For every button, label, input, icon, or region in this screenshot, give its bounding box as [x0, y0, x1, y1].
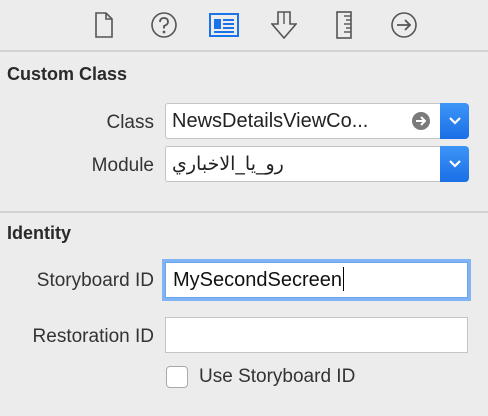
- class-label: Class: [106, 112, 154, 133]
- class-field[interactable]: NewsDetailsViewCo...: [165, 103, 440, 139]
- quick-help-icon[interactable]: [148, 9, 180, 41]
- identity-section-title: Identity: [7, 223, 72, 243]
- text-caret: [342, 267, 344, 291]
- module-dropdown-button[interactable]: [440, 146, 469, 182]
- module-combo-box[interactable]: رو_يا_الاخباري: [165, 146, 469, 182]
- module-field[interactable]: رو_يا_الاخباري: [165, 146, 440, 182]
- section-divider: [0, 211, 488, 213]
- file-inspector-icon[interactable]: [88, 9, 120, 41]
- custom-class-section-title: Custom Class: [7, 64, 128, 84]
- go-to-class-icon[interactable]: [411, 111, 431, 136]
- restoration-id-label: Restoration ID: [32, 326, 154, 347]
- attributes-inspector-icon[interactable]: [268, 9, 300, 41]
- storyboard-id-label: Storyboard ID: [36, 270, 154, 291]
- class-value: NewsDetailsViewCo...: [172, 110, 369, 132]
- restoration-id-field[interactable]: [165, 317, 468, 353]
- size-inspector-icon[interactable]: [328, 9, 360, 41]
- module-label: Module: [91, 155, 154, 176]
- inspector-toolbar: [0, 0, 488, 50]
- chevron-down-icon: [448, 160, 461, 168]
- use-storyboard-id-label[interactable]: Use Storyboard ID: [199, 366, 355, 388]
- class-combo-box[interactable]: NewsDetailsViewCo...: [165, 103, 469, 139]
- module-value: رو_يا_الاخباري: [172, 153, 284, 175]
- connections-inspector-icon[interactable]: [388, 9, 420, 41]
- use-storyboard-id-checkbox[interactable]: [166, 366, 188, 388]
- chevron-down-icon: [448, 117, 461, 125]
- storyboard-id-value: MySecondSecreen: [173, 269, 342, 291]
- class-dropdown-button[interactable]: [440, 103, 469, 139]
- identity-inspector-icon[interactable]: [208, 9, 240, 41]
- toolbar-divider: [0, 50, 488, 52]
- storyboard-id-field[interactable]: MySecondSecreen: [165, 262, 468, 298]
